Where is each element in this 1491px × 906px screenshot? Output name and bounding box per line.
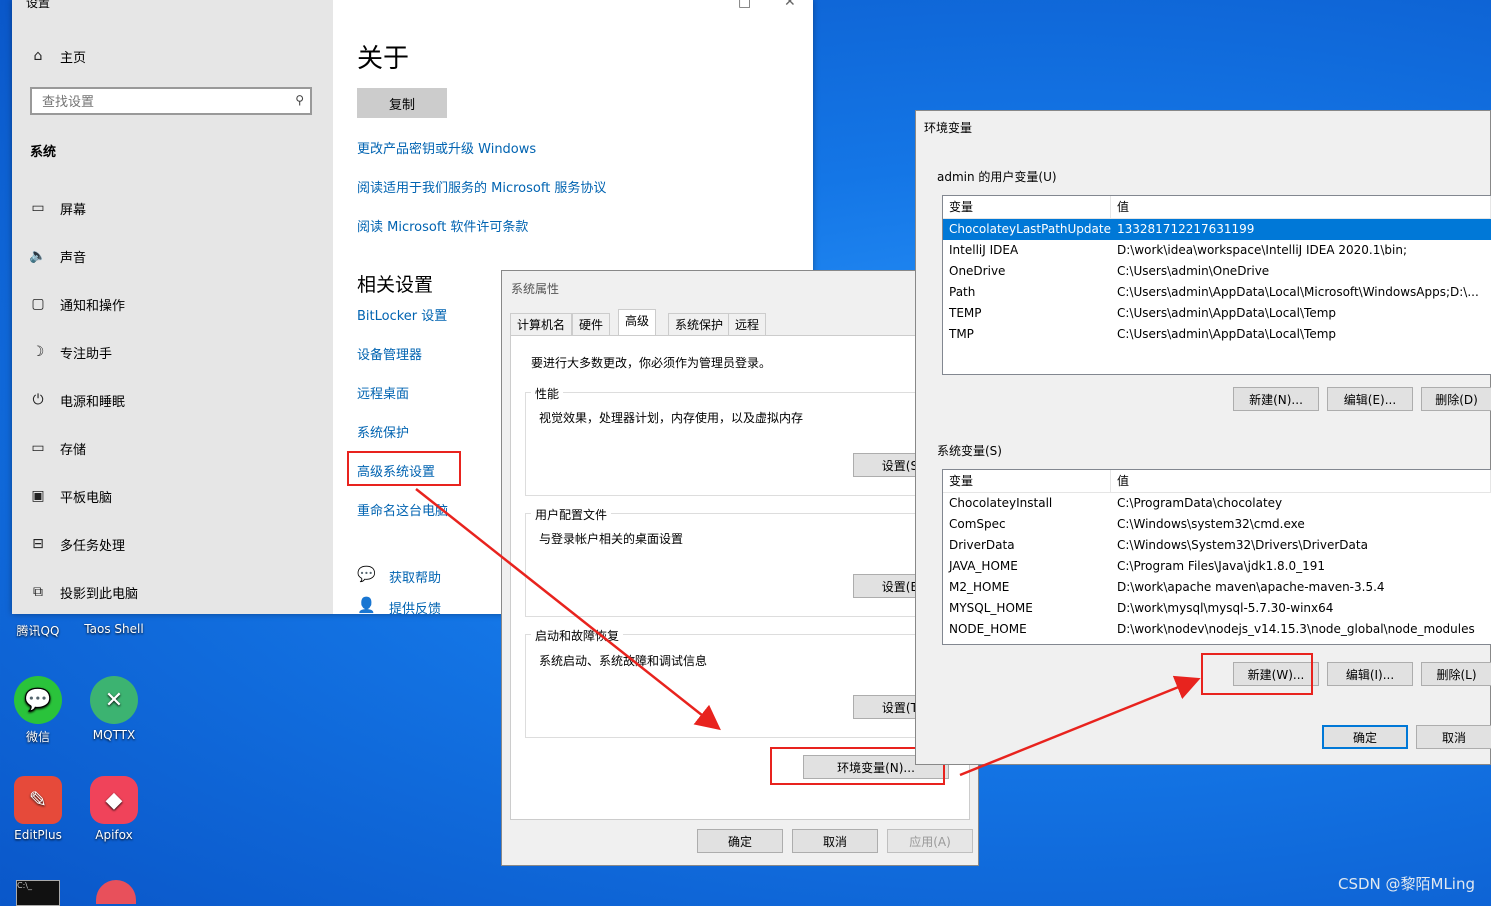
arrow-to-env-button — [415, 488, 721, 731]
desktop: { "settings": { "title": "设置", "home": "… — [0, 0, 1491, 906]
arrow-to-new-button — [959, 675, 1201, 777]
watermark: CSDN @黎陌MLing — [1337, 875, 1475, 893]
annotation-arrows — [415, 488, 1201, 777]
